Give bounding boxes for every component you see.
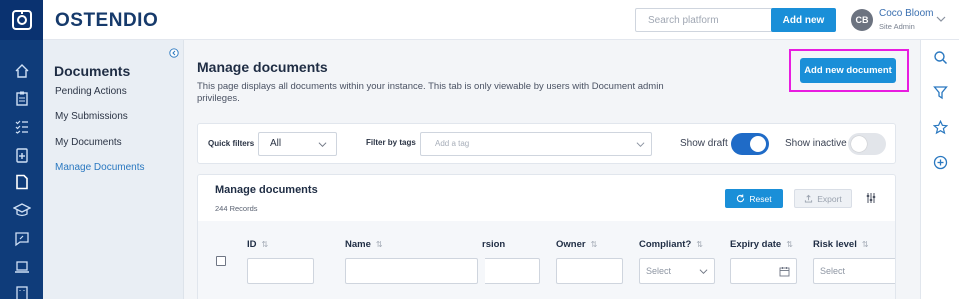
page-description: This page displays all documents within … [197, 81, 664, 104]
quick-filters-label: Quick filters [208, 139, 255, 148]
chevron-down-icon[interactable] [936, 14, 946, 24]
table-title: Manage documents [215, 184, 318, 196]
column-label: Name [345, 239, 371, 250]
show-inactive-toggle[interactable] [848, 133, 886, 155]
subnav-item-pending-actions[interactable]: Pending Actions [43, 81, 183, 103]
avatar[interactable]: CB [851, 9, 873, 31]
user-role: Site Admin [879, 22, 915, 31]
refresh-icon [737, 194, 745, 203]
home-icon[interactable] [12, 61, 31, 80]
add-new-document-button[interactable]: Add new document [800, 58, 896, 83]
show-draft-toggle[interactable] [731, 133, 769, 155]
checklist-icon[interactable] [12, 116, 31, 135]
clipboard-icon[interactable] [12, 88, 31, 107]
star-icon[interactable] [933, 120, 948, 135]
brand-name[interactable]: OSTENDIO [55, 10, 158, 32]
tags-placeholder: Add a tag [435, 139, 470, 148]
chevron-down-icon [636, 142, 645, 148]
column-label: Risk level [813, 239, 857, 250]
column-header-name[interactable]: Name ⇅ [345, 239, 383, 250]
quick-filters-value: All [270, 138, 282, 149]
expiry-date-filter-input[interactable] [730, 258, 797, 284]
upload-icon [805, 194, 813, 203]
id-filter-input[interactable] [247, 258, 314, 284]
user-name[interactable]: Coco Bloom [879, 8, 933, 19]
show-inactive-label: Show inactive [785, 138, 847, 149]
column-label: Expiry date [730, 239, 782, 250]
filter-by-tags-label: Filter by tags [366, 138, 416, 147]
page-title: Manage documents [197, 59, 328, 75]
chevron-down-icon [318, 142, 327, 148]
tags-select[interactable]: Add a tag [420, 132, 652, 156]
laptop-icon[interactable] [12, 257, 31, 276]
show-draft-label: Show draft [680, 138, 728, 149]
building-icon[interactable] [12, 283, 31, 299]
column-label: Owner [556, 239, 586, 250]
column-header-expiry-date[interactable]: Expiry date ⇅ [730, 239, 793, 250]
sort-icon: ⇅ [786, 240, 793, 249]
subnav-title: Documents [54, 63, 131, 79]
reset-button[interactable]: Reset [725, 189, 783, 208]
column-header-compliant[interactable]: Compliant? ⇅ [639, 239, 703, 250]
graduation-cap-icon[interactable] [12, 200, 31, 219]
name-filter-input[interactable] [345, 258, 478, 284]
column-header-owner[interactable]: Owner ⇅ [556, 239, 597, 250]
column-header-risk-level[interactable]: Risk level ⇅ [813, 239, 869, 250]
top-header: OSTENDIO Add new CB Coco Bloom Site Admi… [43, 0, 959, 40]
search-icon[interactable] [933, 50, 948, 65]
export-button[interactable]: Export [794, 189, 852, 208]
filters-bar: Quick filters All Filter by tags Add a t… [197, 123, 896, 164]
logo-icon [11, 10, 32, 30]
add-document-icon[interactable] [12, 145, 31, 164]
column-header-id[interactable]: ID ⇅ [247, 239, 268, 250]
app-logo[interactable] [0, 0, 43, 40]
compliant-filter-select[interactable]: Select [639, 258, 715, 284]
compliant-select-placeholder: Select [646, 266, 672, 276]
sort-icon: ⇅ [590, 240, 598, 249]
sort-icon: ⇅ [375, 240, 383, 249]
record-count: 244 Records [215, 204, 258, 213]
toggle-knob [851, 136, 867, 152]
subnav-item-my-documents[interactable]: My Documents [43, 132, 183, 154]
export-label: Export [817, 193, 842, 204]
chevron-down-icon [699, 269, 708, 275]
add-circle-icon[interactable] [933, 155, 948, 170]
documents-table-card: Manage documents 244 Records Reset Expor… [197, 174, 896, 299]
quick-filters-select[interactable]: All [258, 132, 337, 156]
sort-icon: ⇅ [696, 240, 703, 249]
column-label: rsion [482, 239, 506, 250]
add-new-button[interactable]: Add new [771, 8, 836, 32]
collapse-sidebar-icon[interactable] [169, 48, 179, 58]
right-tool-rail [920, 40, 959, 299]
toggle-knob [750, 136, 766, 152]
sort-icon: ⇅ [261, 240, 269, 249]
filter-icon[interactable] [933, 85, 948, 100]
version-filter-input[interactable] [485, 258, 540, 284]
column-header-version[interactable]: rsion [482, 239, 505, 250]
owner-filter-input[interactable] [556, 258, 623, 284]
reset-label: Reset [749, 193, 772, 204]
chat-icon[interactable] [12, 229, 31, 248]
risk-select-placeholder: Select [820, 266, 846, 276]
column-label: ID [247, 239, 257, 250]
risk-level-filter-select[interactable]: Select [813, 258, 895, 284]
column-label: Compliant? [639, 239, 692, 250]
document-icon[interactable] [12, 172, 31, 191]
documents-subnav: Documents Pending Actions My Submissions… [43, 40, 184, 299]
sort-icon: ⇅ [861, 240, 869, 249]
subnav-item-manage-documents[interactable]: Manage Documents [43, 157, 183, 179]
left-icon-rail [0, 0, 43, 299]
calendar-icon[interactable] [779, 266, 790, 277]
subnav-item-my-submissions[interactable]: My Submissions [43, 106, 183, 128]
select-all-checkbox[interactable] [216, 256, 226, 266]
column-settings-icon[interactable] [865, 192, 877, 204]
